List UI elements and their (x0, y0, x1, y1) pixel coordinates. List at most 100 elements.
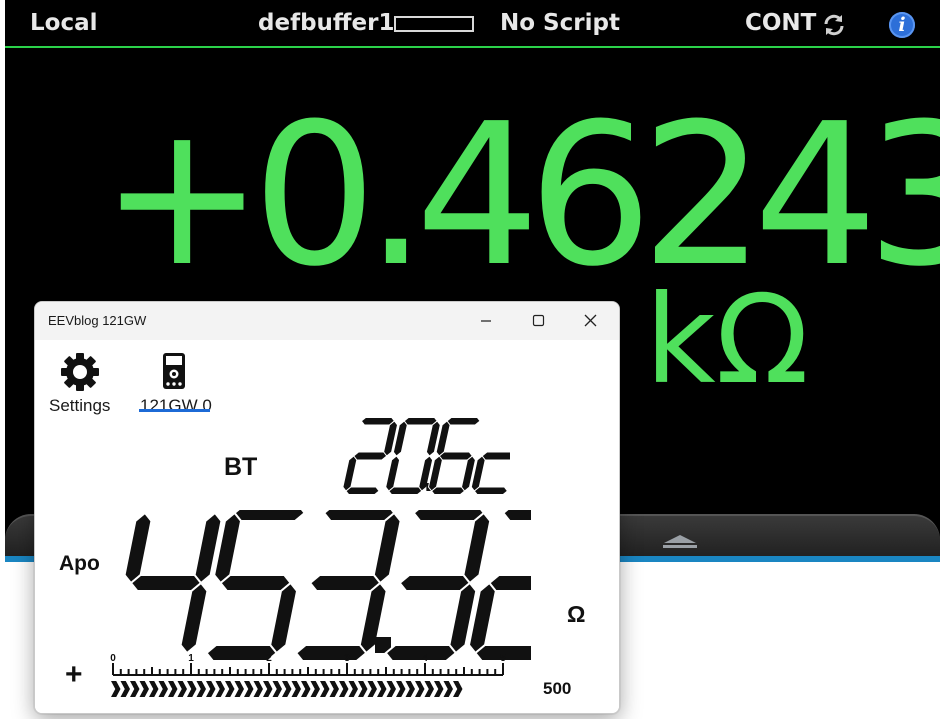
trigger-mode[interactable]: CONT (745, 10, 816, 36)
lcd-segment (345, 486, 380, 494)
bargraph-segment (196, 681, 206, 697)
maximize-icon (532, 314, 545, 327)
bargraph-segment (320, 681, 330, 697)
lcd-segment (385, 455, 401, 492)
measurement-unit: kΩ (645, 269, 809, 411)
bargraph-scale-label: 0 (110, 653, 116, 664)
bargraph-segment (367, 681, 377, 697)
settings-button[interactable]: Settings (47, 352, 113, 415)
bargraph-segment (358, 681, 368, 697)
main-display-reading (123, 510, 531, 662)
gear-icon (61, 353, 99, 391)
bargraph-segment (244, 681, 254, 697)
lcd-segment (438, 451, 473, 461)
bargraph-segment (415, 681, 425, 697)
bargraph-scale-label: 2 (266, 653, 272, 664)
bargraph-segment (301, 681, 311, 697)
bargraph-segment (377, 681, 387, 697)
bargraph-segment (405, 681, 415, 697)
lcd-segment (446, 418, 481, 426)
lcd-segment (360, 418, 396, 426)
bargraph-segment (168, 681, 178, 697)
lcd-segment (473, 486, 509, 494)
lcd-segment (462, 511, 492, 585)
sub-display-mode-label: BT (224, 453, 258, 481)
refresh-icon[interactable] (822, 13, 846, 37)
lcd-segment (403, 418, 438, 426)
window-titlebar[interactable]: EEVblog 121GW (35, 302, 619, 340)
lcd-segment (233, 510, 306, 522)
unit-label: Ω (567, 601, 586, 627)
buffer-fill-indicator[interactable] (394, 16, 474, 32)
lcd-segment (430, 486, 466, 494)
bargraph-scale-label: 5 (500, 653, 506, 664)
bargraph-segment (139, 681, 149, 697)
bargraph-segment (120, 681, 130, 697)
lcd-segment (412, 510, 486, 522)
bargraph-sign: + (65, 658, 83, 691)
swipe-up-handle-icon[interactable] (660, 532, 700, 550)
lcd-segment (353, 451, 388, 461)
bargraph-segment (453, 681, 463, 697)
dmm-status-bar: Local defbuffer1 No Script CONT i (5, 0, 940, 48)
lcd-digit (470, 451, 510, 494)
settings-label: Settings (49, 396, 111, 415)
bargraph-segment (272, 681, 282, 697)
lcd-segment (342, 455, 358, 492)
bargraph-segment (187, 681, 197, 697)
lcd-digit (205, 510, 306, 662)
lcd-segment (488, 574, 531, 592)
bargraph-segment (215, 681, 225, 697)
info-icon[interactable]: i (889, 12, 915, 38)
script-name[interactable]: No Script (500, 10, 620, 36)
lcd-digit (123, 511, 223, 655)
bargraph-segment (424, 681, 434, 697)
bargraph-segment (310, 681, 320, 697)
lcd-segment (129, 574, 203, 592)
remote-status-label[interactable]: Local (30, 10, 98, 36)
window-title: EEVblog 121GW (48, 313, 147, 328)
bargraph-segment (234, 681, 244, 697)
bargraph-segment (282, 681, 292, 697)
bargraph-segment (434, 681, 444, 697)
bargraph-segment (443, 681, 453, 697)
bargraph-segment (206, 681, 216, 697)
close-button[interactable] (567, 302, 613, 340)
maximize-button[interactable] (515, 302, 561, 340)
bargraph-segment (111, 681, 121, 697)
bargraph-segment (253, 681, 263, 697)
lcd-segment (123, 511, 153, 585)
device-tab-121gw[interactable]: 121GW 0 (138, 352, 212, 415)
lcd-segment (179, 581, 209, 655)
measurement-reading: +0.462437 (100, 82, 940, 310)
bargraph-segment (386, 681, 396, 697)
range-label: 500 (543, 679, 572, 698)
lcd-segment (269, 581, 299, 655)
close-icon (584, 314, 597, 327)
minimize-icon (481, 320, 491, 322)
sub-display-reading (342, 418, 510, 494)
lcd-segment (481, 451, 510, 461)
lcd-segment (398, 574, 472, 592)
bargraph-segment (291, 681, 301, 697)
minimize-button[interactable] (463, 302, 509, 340)
bargraph-scale-label: 3 (344, 653, 350, 664)
active-tab-indicator (139, 409, 210, 412)
lcd-segment (322, 510, 396, 522)
lcd-segment (502, 510, 531, 522)
multimeter-icon (163, 353, 185, 389)
bargraph-segment (149, 681, 159, 697)
auto-power-off-label: Apo (59, 552, 100, 575)
bargraph-scale-label: 1 (188, 653, 194, 664)
device-tab-label: 121GW 0 (140, 396, 212, 415)
buffer-name[interactable]: defbuffer1 (258, 10, 394, 36)
bargraph-scale-label: 4 (422, 653, 428, 664)
bargraph-segment (348, 681, 358, 697)
lcd-segment (372, 511, 402, 585)
lcd-segment (388, 486, 423, 494)
bargraph-segment (339, 681, 349, 697)
lcd-segment (308, 574, 382, 592)
analog-bargraph: 0 1 2 3 4 5 (110, 653, 506, 697)
bargraph-segment (263, 681, 273, 697)
bargraph-segment (158, 681, 168, 697)
